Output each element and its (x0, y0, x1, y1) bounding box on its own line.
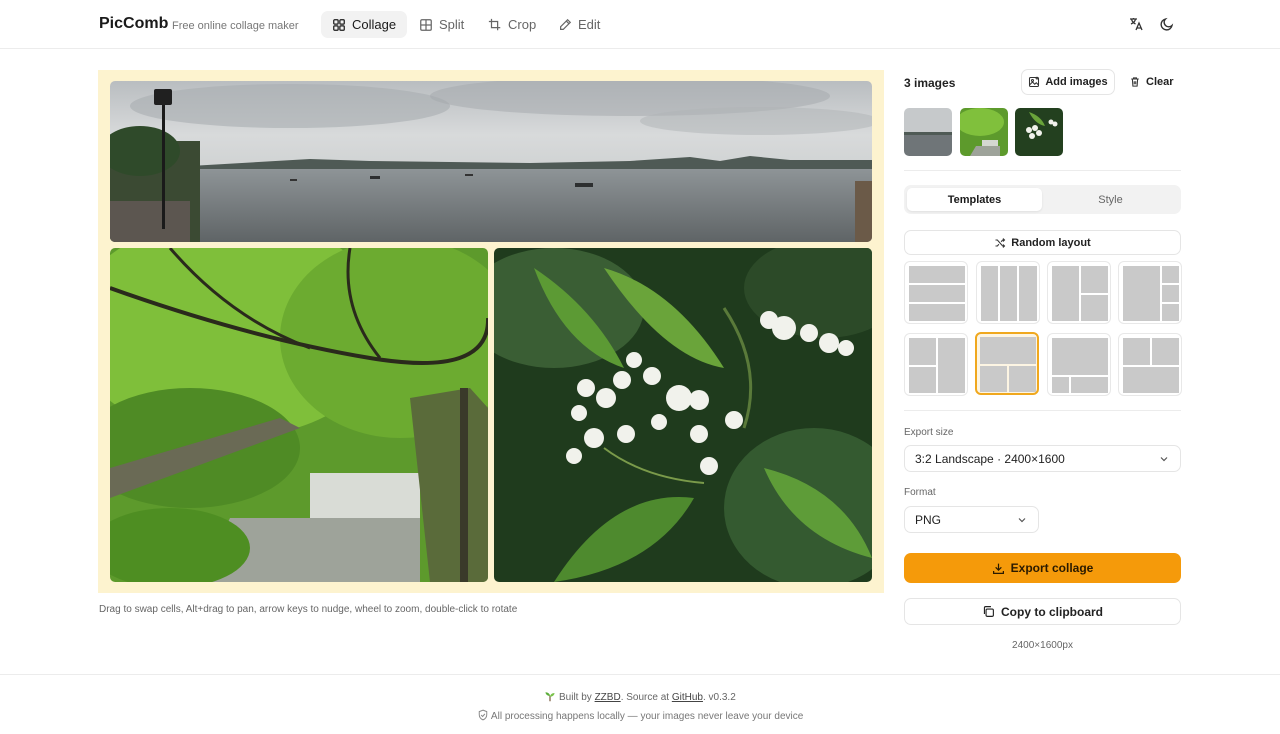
random-layout-label: Random layout (1011, 236, 1091, 249)
shuffle-icon (995, 237, 1006, 248)
grid-icon (333, 18, 345, 31)
lake-thumbnail[interactable] (904, 108, 952, 156)
add-images-label: Add images (1045, 76, 1108, 88)
footer-privacy-text: All processing happens locally — your im… (490, 711, 804, 722)
tab-edit-label: Edit (578, 17, 601, 32)
export-collage-label: Export collage (1010, 561, 1094, 575)
crop-icon (488, 18, 501, 30)
image-count: 3 images (904, 76, 956, 90)
export-dimensions: 2400×1600px (1012, 640, 1073, 651)
template-7[interactable] (1047, 333, 1111, 396)
chevron-down-icon (1018, 517, 1026, 522)
add-images-button[interactable]: Add images (1021, 69, 1115, 95)
copy-to-clipboard-button[interactable]: Copy to clipboard (904, 598, 1181, 625)
template-2[interactable] (976, 261, 1040, 324)
export-collage-button[interactable]: Export collage (904, 553, 1181, 583)
template-8[interactable] (1118, 333, 1182, 396)
template-5[interactable] (904, 333, 968, 396)
sidebar-tabs: Templates Style (904, 185, 1181, 214)
footer-built-by: Built by (559, 692, 595, 703)
app-footer: Built by ZZBD. Source at GitHub. v0.3.2 … (0, 674, 1280, 734)
tab-crop[interactable]: Crop (477, 11, 547, 38)
tab-edit[interactable]: Edit (547, 11, 611, 38)
tab-collage-label: Collage (352, 17, 397, 32)
tab-split-label: Split (439, 17, 465, 32)
format-value: PNG (915, 512, 942, 527)
lake-panorama-photo[interactable] (110, 81, 872, 242)
collage-canvas[interactable] (98, 70, 884, 593)
tab-collage[interactable]: Collage (321, 11, 408, 38)
sidebar-divider (904, 170, 1181, 171)
tab-templates[interactable]: Templates (907, 188, 1042, 211)
random-layout-button[interactable]: Random layout (904, 230, 1181, 255)
moon-icon[interactable] (1159, 16, 1175, 32)
format-select[interactable]: PNG (904, 506, 1039, 533)
canvas-hint: Drag to swap cells, Alt+drag to pan, arr… (99, 604, 518, 615)
footer-privacy: All processing happens locally — your im… (0, 709, 1280, 722)
waterfall-thumbnail[interactable] (960, 108, 1008, 156)
export-size-value: 3:2 Landscape · 2400×1600 (915, 451, 1065, 466)
footer-author-link[interactable]: ZZBD (595, 692, 621, 703)
copy-icon (983, 606, 994, 617)
translate-icon[interactable] (1128, 16, 1144, 32)
format-label: Format (904, 487, 936, 498)
template-4[interactable] (1118, 261, 1182, 324)
footer-version: . v0.3.2 (702, 692, 736, 703)
sidebar-divider-2 (904, 410, 1181, 411)
chevron-down-icon (1160, 456, 1168, 461)
white-blossom-photo[interactable] (494, 248, 872, 582)
shield-check-icon (478, 709, 487, 721)
copy-to-clipboard-label: Copy to clipboard (1001, 604, 1103, 619)
forest-waterfall-photo[interactable] (110, 248, 488, 582)
app-header: PicComb Free online collage maker Collag… (0, 0, 1280, 49)
sprout-icon (545, 692, 555, 702)
footer-github-link[interactable]: GitHub (672, 692, 703, 703)
app-logo[interactable]: PicComb (99, 15, 168, 33)
tab-crop-label: Crop (508, 17, 537, 32)
footer-source-prefix: . Source at (620, 692, 672, 703)
export-size-label: Export size (904, 427, 954, 438)
template-6-selected[interactable] (975, 332, 1039, 395)
blossom-thumbnail[interactable] (1015, 108, 1063, 156)
template-1[interactable] (904, 261, 968, 324)
tab-split[interactable]: Split (408, 11, 475, 38)
tab-style[interactable]: Style (1043, 188, 1178, 211)
app-tagline: Free online collage maker (172, 20, 299, 32)
template-3[interactable] (1047, 261, 1111, 324)
export-size-select[interactable]: 3:2 Landscape · 2400×1600 (904, 445, 1181, 472)
footer-credits: Built by ZZBD. Source at GitHub. v0.3.2 (0, 690, 1280, 703)
add-image-icon (1029, 76, 1040, 88)
pencil-icon (560, 18, 572, 30)
clear-button[interactable]: Clear (1129, 76, 1174, 88)
split-icon (420, 18, 432, 31)
trash-icon (1131, 77, 1139, 87)
download-icon (992, 563, 1004, 574)
clear-label: Clear (1146, 76, 1174, 88)
